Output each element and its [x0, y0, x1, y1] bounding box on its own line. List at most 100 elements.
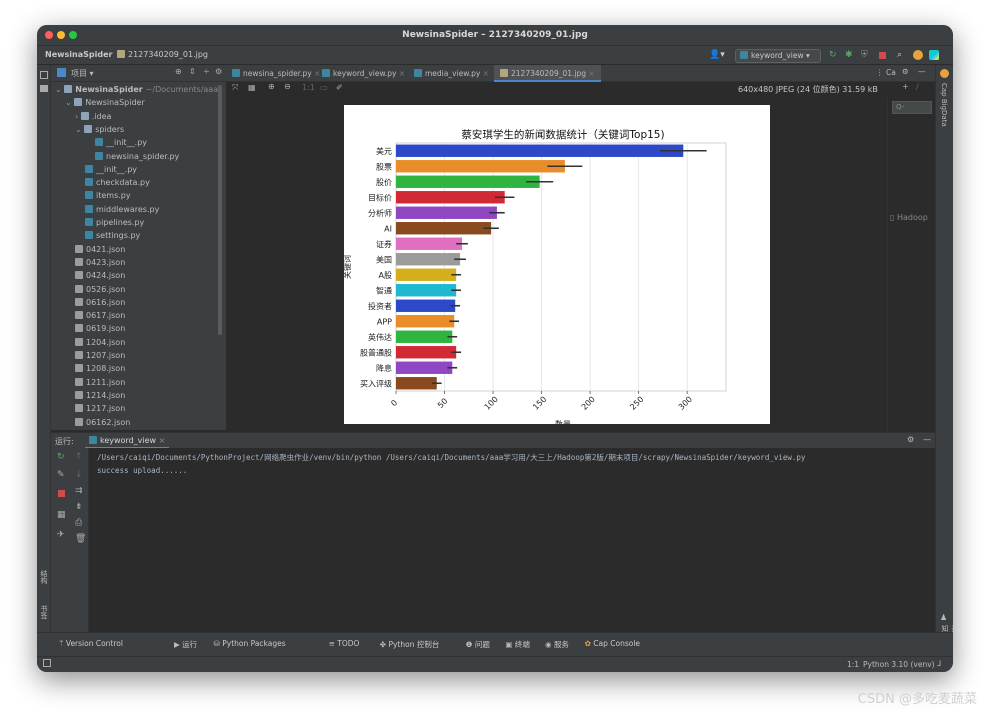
project-scrollbar[interactable]: [218, 85, 222, 335]
close-window-button[interactable]: [45, 31, 53, 39]
rerun-icon[interactable]: ↻: [57, 452, 65, 462]
lock-icon[interactable]: ⅃: [937, 659, 941, 668]
jetbrains-logo-icon[interactable]: [929, 50, 939, 60]
tree-item[interactable]: 1204.json: [75, 336, 125, 349]
close-tab-icon[interactable]: ×: [586, 69, 594, 78]
tree-item[interactable]: middlewares.py: [85, 203, 159, 216]
bottom-tab[interactable]: ◉ 服务: [545, 639, 569, 650]
tree-item[interactable]: newsina_spider.py: [95, 150, 179, 163]
breadcrumb-project[interactable]: NewsinaSpider: [45, 50, 112, 59]
more-actions-icon[interactable]: ⋮: [876, 68, 884, 77]
tree-item[interactable]: 0617.json: [75, 309, 125, 322]
edit-icon[interactable]: ∕: [916, 82, 919, 91]
search-icon[interactable]: ⌕: [897, 50, 902, 60]
expand-all-icon[interactable]: ⇕: [189, 67, 196, 76]
bottom-tab[interactable]: ▶ 运行: [174, 639, 197, 650]
stop-icon[interactable]: [879, 52, 886, 59]
fit-window-icon[interactable]: ▭: [320, 83, 328, 92]
run-config-select[interactable]: keyword_view ▾: [735, 49, 821, 63]
notifications-label[interactable]: 通知: [940, 625, 953, 632]
layout-icon[interactable]: ▦: [57, 510, 66, 520]
tree-item[interactable]: items.py: [85, 189, 131, 202]
close-tab-icon[interactable]: ×: [396, 69, 405, 78]
zoom-out-icon[interactable]: ⊖: [284, 82, 291, 91]
settings-gear-icon[interactable]: ⚙: [215, 67, 222, 76]
bottom-tab[interactable]: ❶ 问题: [466, 639, 490, 650]
tree-item[interactable]: ⌄ NewsinaSpider: [65, 96, 145, 109]
grid-icon[interactable]: ▦: [248, 83, 256, 92]
tree-item[interactable]: 1208.json: [75, 362, 125, 375]
actual-size-icon[interactable]: 1:1: [302, 83, 315, 92]
cap-bigdata-tool-label[interactable]: Cap BigData: [940, 83, 948, 127]
tree-item[interactable]: 1214.json: [75, 389, 125, 402]
tree-item[interactable]: 06162.json: [75, 416, 130, 429]
close-tab-icon[interactable]: ×: [159, 436, 166, 445]
user-icon[interactable]: 👤▾: [709, 50, 725, 60]
tree-item[interactable]: __init__.py: [95, 136, 147, 149]
bell-icon[interactable]: ♟: [940, 613, 947, 622]
tree-item[interactable]: ⌄ spiders: [75, 123, 124, 136]
tree-item[interactable]: 1211.json: [75, 376, 125, 389]
tree-item[interactable]: 0421.json: [75, 243, 125, 256]
right-toolbar-label[interactable]: Ca: [886, 68, 896, 77]
chevron-right-icon[interactable]: ›: [75, 112, 81, 121]
editor-tab[interactable]: keyword_view.py ×: [316, 65, 411, 82]
editor-tab[interactable]: 2127340209_01.jpg ×: [494, 65, 601, 82]
pin-icon[interactable]: ✈: [57, 530, 65, 540]
chevron-down-icon[interactable]: ⌄: [55, 85, 64, 94]
tree-item[interactable]: 0619.json: [75, 322, 125, 335]
coverage-icon[interactable]: ⛨: [861, 50, 868, 60]
eyedropper-icon[interactable]: ✐: [336, 83, 343, 92]
trash-icon[interactable]: 🗑: [75, 534, 86, 544]
bottom-tab[interactable]: ▣ 终端: [505, 639, 529, 650]
rerun-icon[interactable]: ↻: [829, 50, 837, 60]
project-tool-icon[interactable]: [40, 71, 48, 79]
fit-icon[interactable]: ⤧: [232, 83, 238, 93]
editor-tab[interactable]: newsina_spider.py ×: [226, 65, 326, 82]
settings-gear-icon[interactable]: ⚙: [902, 67, 909, 76]
settings-gear-icon[interactable]: ⚙: [907, 435, 914, 444]
zoom-in-icon[interactable]: ⊕: [268, 82, 275, 91]
print-icon[interactable]: ⎙: [75, 518, 82, 528]
tree-item[interactable]: checkdata.py: [85, 176, 150, 189]
stop-icon[interactable]: [58, 490, 65, 497]
update-icon[interactable]: [913, 50, 923, 60]
scroll-end-icon[interactable]: ⇟: [75, 502, 83, 512]
tree-item[interactable]: 0616.json: [75, 296, 125, 309]
locate-icon[interactable]: ⊕: [175, 67, 182, 76]
tree-item[interactable]: pipelines.py: [85, 216, 144, 229]
run-console[interactable]: /Users/caiqi/Documents/PythonProject/网络爬…: [89, 448, 935, 632]
bottom-tab[interactable]: ≡ TODO: [329, 639, 360, 648]
add-icon[interactable]: +: [902, 82, 909, 91]
structure-tool-label[interactable]: 结构: [39, 570, 49, 584]
tree-item[interactable]: settings.py: [85, 229, 140, 242]
tree-item[interactable]: 0424.json: [75, 269, 125, 282]
tree-item[interactable]: 1217.json: [75, 402, 125, 415]
chevron-down-icon[interactable]: ⌄: [65, 98, 74, 107]
minimize-window-button[interactable]: [57, 31, 65, 39]
scroll-up-icon[interactable]: ↑: [75, 452, 83, 462]
collapse-all-icon[interactable]: ÷: [203, 67, 210, 76]
tree-item[interactable]: __init__.py: [85, 163, 137, 176]
hide-icon[interactable]: —: [923, 435, 931, 444]
chevron-down-icon[interactable]: ⌄: [75, 125, 84, 134]
tool-windows-icon[interactable]: [43, 659, 51, 667]
tree-item[interactable]: ⌄ NewsinaSpider ~/Documents/aaa: [55, 83, 218, 96]
tree-item[interactable]: 0423.json: [75, 256, 125, 269]
project-view-select[interactable]: 项目 ▾: [71, 68, 94, 79]
caret-position[interactable]: 1:1: [847, 660, 859, 669]
hide-icon[interactable]: —: [918, 67, 926, 76]
tree-item[interactable]: 0526.json: [75, 283, 125, 296]
wrench-icon[interactable]: ✎: [57, 470, 65, 480]
debug-icon[interactable]: ✱: [845, 50, 853, 60]
bottom-tab[interactable]: ✿ Cap Console: [585, 639, 640, 648]
search-input[interactable]: Q-: [892, 101, 932, 114]
bottom-tab[interactable]: ✤ Python 控制台: [380, 639, 440, 650]
folder-tool-icon[interactable]: [40, 85, 48, 92]
bottom-tab[interactable]: ⛁ Python Packages: [214, 639, 286, 648]
zoom-window-button[interactable]: [69, 31, 77, 39]
scroll-down-icon[interactable]: ↓: [75, 470, 83, 480]
bookmarks-tool-label[interactable]: 书签: [39, 605, 49, 619]
tree-item[interactable]: 1207.json: [75, 349, 125, 362]
tree-item[interactable]: › .idea: [75, 110, 111, 123]
